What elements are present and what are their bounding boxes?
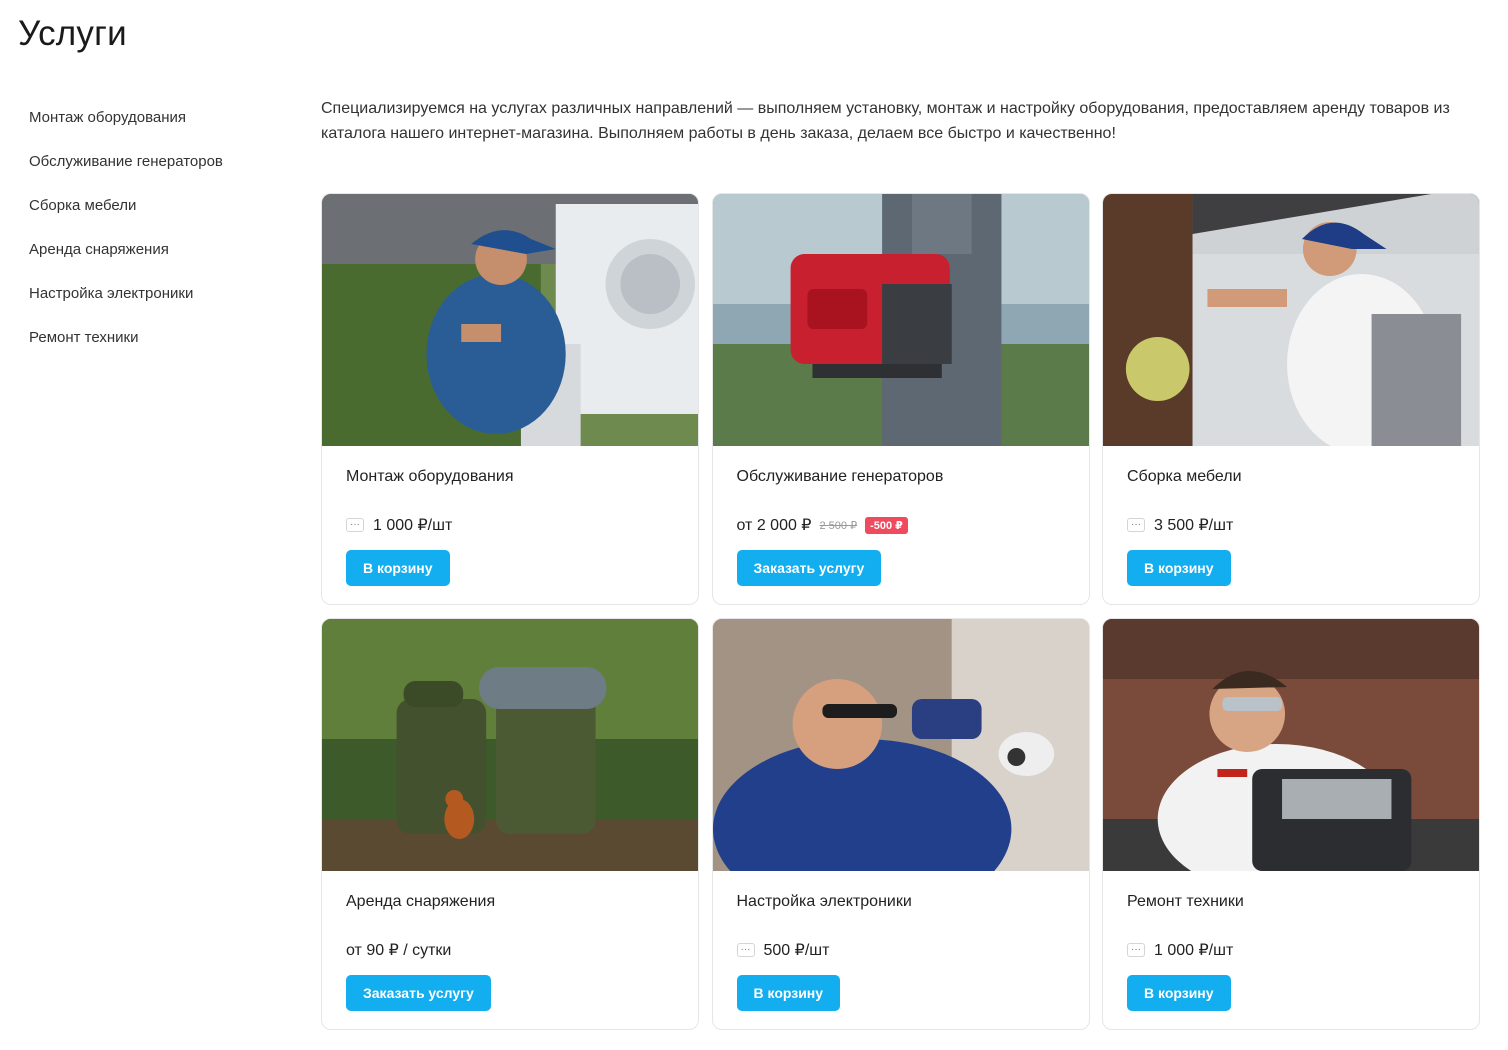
service-title[interactable]: Обслуживание генераторов <box>737 468 944 486</box>
sidebar-item-montazh[interactable]: Монтаж оборудования <box>29 106 279 150</box>
service-image[interactable] <box>1103 619 1479 871</box>
price: от 2 000 ₽ <box>736 517 812 534</box>
dots-icon[interactable]: ··· <box>1127 943 1145 957</box>
service-card[interactable]: Ремонт техники ··· 1 000 ₽/шт В корзину <box>1102 618 1480 1030</box>
price: 1 000 ₽/шт <box>1154 942 1234 959</box>
service-title[interactable]: Аренда снаряжения <box>346 893 495 911</box>
service-image[interactable] <box>322 194 698 446</box>
service-card[interactable]: Сборка мебели ··· 3 500 ₽/шт В корзину <box>1102 193 1480 605</box>
add-to-cart-button[interactable]: В корзину <box>346 550 450 586</box>
discount-badge: -500 ₽ <box>865 516 908 534</box>
service-card[interactable]: Обслуживание генераторов от 2 000 ₽ 2 50… <box>711 193 1090 605</box>
services-grid: Монтаж оборудования ··· 1 000 ₽/шт В кор… <box>321 193 1480 1030</box>
price-row: от 90 ₽ / сутки <box>346 940 451 960</box>
sidebar-item-rental[interactable]: Аренда снаряжения <box>29 238 279 282</box>
service-title[interactable]: Монтаж оборудования <box>346 468 513 486</box>
service-title[interactable]: Настройка электроники <box>737 893 912 911</box>
dots-icon[interactable]: ··· <box>1127 518 1145 532</box>
price-row: ··· 1 000 ₽/шт <box>346 515 452 535</box>
service-image[interactable] <box>322 619 698 871</box>
page-title: Услуги <box>18 14 127 53</box>
service-image[interactable] <box>712 194 1089 446</box>
add-to-cart-button[interactable]: В корзину <box>1127 550 1231 586</box>
order-service-button[interactable]: Заказать услугу <box>736 550 882 586</box>
sidebar-item-electronics[interactable]: Настройка электроники <box>29 282 279 326</box>
old-price: 2 500 ₽ <box>819 519 858 532</box>
service-title[interactable]: Сборка мебели <box>1127 468 1242 486</box>
sidebar-item-repair[interactable]: Ремонт техники <box>29 326 279 370</box>
sidebar-item-furniture[interactable]: Сборка мебели <box>29 194 279 238</box>
price-row: ··· 500 ₽/шт <box>736 940 830 960</box>
service-image[interactable] <box>712 619 1089 871</box>
price: 3 500 ₽/шт <box>1154 517 1234 534</box>
price-row: от 2 000 ₽ 2 500 ₽ -500 ₽ <box>737 515 908 535</box>
service-card[interactable]: Настройка электроники ··· 500 ₽/шт В кор… <box>711 618 1090 1030</box>
price: 1 000 ₽/шт <box>373 517 453 534</box>
add-to-cart-button[interactable]: В корзину <box>736 975 841 1011</box>
dots-icon[interactable]: ··· <box>346 518 364 532</box>
price-row: ··· 3 500 ₽/шт <box>1127 515 1233 535</box>
add-to-cart-button[interactable]: В корзину <box>1127 975 1231 1011</box>
service-image[interactable] <box>1103 194 1479 446</box>
service-title[interactable]: Ремонт техники <box>1127 893 1244 911</box>
price-row: ··· 1 000 ₽/шт <box>1127 940 1233 960</box>
service-card[interactable]: Монтаж оборудования ··· 1 000 ₽/шт В кор… <box>321 193 699 605</box>
price: от 90 ₽ / сутки <box>346 942 452 959</box>
dots-icon[interactable]: ··· <box>736 943 755 957</box>
price: 500 ₽/шт <box>763 942 830 959</box>
intro-text: Специализируемся на услугах различных на… <box>321 100 1450 142</box>
service-card[interactable]: Аренда снаряжения от 90 ₽ / сутки Заказа… <box>321 618 699 1030</box>
sidebar-item-generators[interactable]: Обслуживание генераторов <box>29 150 279 194</box>
sidebar: Монтаж оборудования Обслуживание генерат… <box>29 106 279 370</box>
order-service-button[interactable]: Заказать услугу <box>346 975 491 1011</box>
